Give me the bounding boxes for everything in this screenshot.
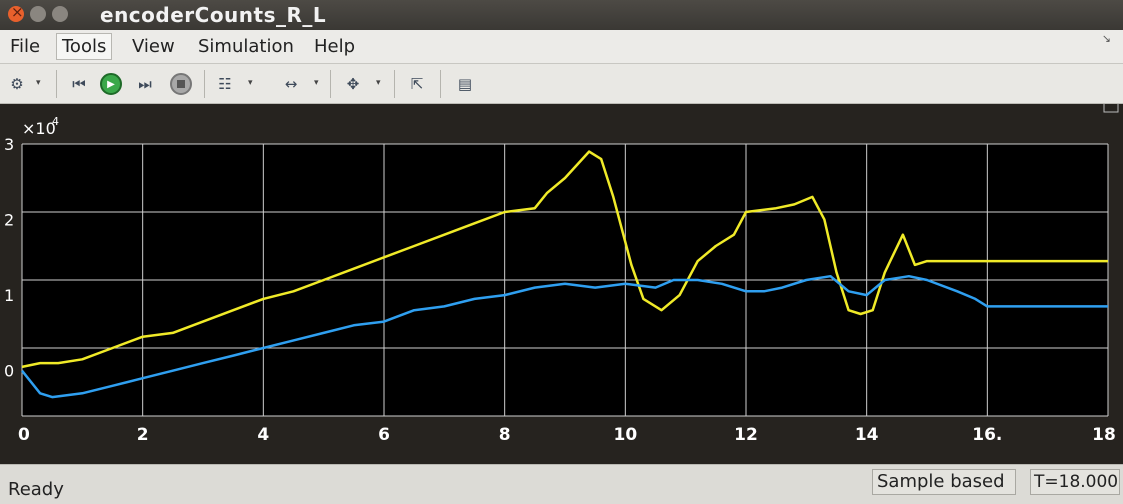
toolbar: ⚙ ▾ ⏮ ▶ ⏭ ☷ ▾ ↔ ▾ ✥ ▾ ⇱ ▤: [0, 64, 1123, 104]
zoom-dropdown-icon[interactable]: ▾: [314, 78, 319, 88]
x-tick-label: 10: [613, 425, 637, 445]
y-tick-label: 3: [4, 135, 14, 154]
highlight-block-icon[interactable]: ☷: [214, 73, 236, 95]
x-tick-label: 0: [18, 425, 30, 445]
step-back-icon[interactable]: ⏮: [68, 73, 90, 95]
x-tick-label: 18: [1092, 425, 1116, 445]
simulation-time: T=18.000: [1030, 469, 1120, 495]
title-bar: encoderCounts_R_L: [0, 0, 1123, 30]
status-text: Ready: [8, 479, 64, 500]
scope-plot: 0 2 4 6 8 10 12 14 16. 183210 ×10 4: [0, 104, 1123, 464]
menu-file[interactable]: File: [6, 36, 44, 57]
menu-bar: File Tools View Simulation Help ↘: [0, 30, 1123, 64]
window-title: encoderCounts_R_L: [100, 3, 327, 27]
x-tick-label: 2: [137, 425, 149, 445]
run-icon[interactable]: ▶: [100, 73, 122, 95]
minimize-window-button[interactable]: [30, 6, 46, 22]
toolbar-separator: [330, 70, 331, 98]
autoscale-icon[interactable]: ✥: [342, 73, 364, 95]
close-window-button[interactable]: [8, 3, 24, 22]
toolbar-separator: [204, 70, 205, 98]
exponent-label: ×10: [22, 119, 56, 138]
menu-help[interactable]: Help: [310, 36, 359, 57]
measurement-icon[interactable]: ▤: [454, 73, 476, 95]
step-forward-icon[interactable]: ⏭: [134, 73, 156, 95]
menu-overflow-icon[interactable]: ↘: [1102, 32, 1111, 45]
y-tick-label: 2: [4, 211, 14, 230]
exponent-power: 4: [52, 115, 59, 128]
autoscale-dropdown-icon[interactable]: ▾: [376, 78, 381, 88]
highlight-dropdown-icon[interactable]: ▾: [248, 78, 253, 88]
y-tick-label: 0: [4, 362, 14, 381]
restore-icon[interactable]: ⇱: [406, 73, 428, 95]
x-tick-label: 6: [378, 425, 390, 445]
x-tick-label: 16.: [972, 425, 1002, 445]
toolbar-separator: [394, 70, 395, 98]
x-tick-label: 4: [257, 425, 269, 445]
menu-tools[interactable]: Tools: [56, 33, 113, 60]
scope-display: 0 2 4 6 8 10 12 14 16. 18 3 2 1 0 ×10 4: [0, 104, 1123, 464]
stop-icon[interactable]: [170, 73, 192, 95]
sample-mode-indicator: Sample based: [872, 469, 1016, 495]
status-bar: Ready Sample based T=18.000: [0, 464, 1123, 504]
maximize-window-button[interactable]: [52, 6, 68, 22]
zoom-icon[interactable]: ↔: [280, 73, 302, 95]
y-tick-label: 1: [4, 286, 14, 305]
gear-dropdown-icon[interactable]: ▾: [36, 78, 41, 88]
menu-view[interactable]: View: [128, 36, 179, 57]
x-tick-label: 14: [855, 425, 879, 445]
x-tick-label: 12: [734, 425, 758, 445]
toolbar-separator: [440, 70, 441, 98]
menu-simulation[interactable]: Simulation: [194, 36, 298, 57]
toolbar-separator: [56, 70, 57, 98]
x-tick-label: 8: [499, 425, 511, 445]
gear-icon[interactable]: ⚙: [6, 73, 28, 95]
